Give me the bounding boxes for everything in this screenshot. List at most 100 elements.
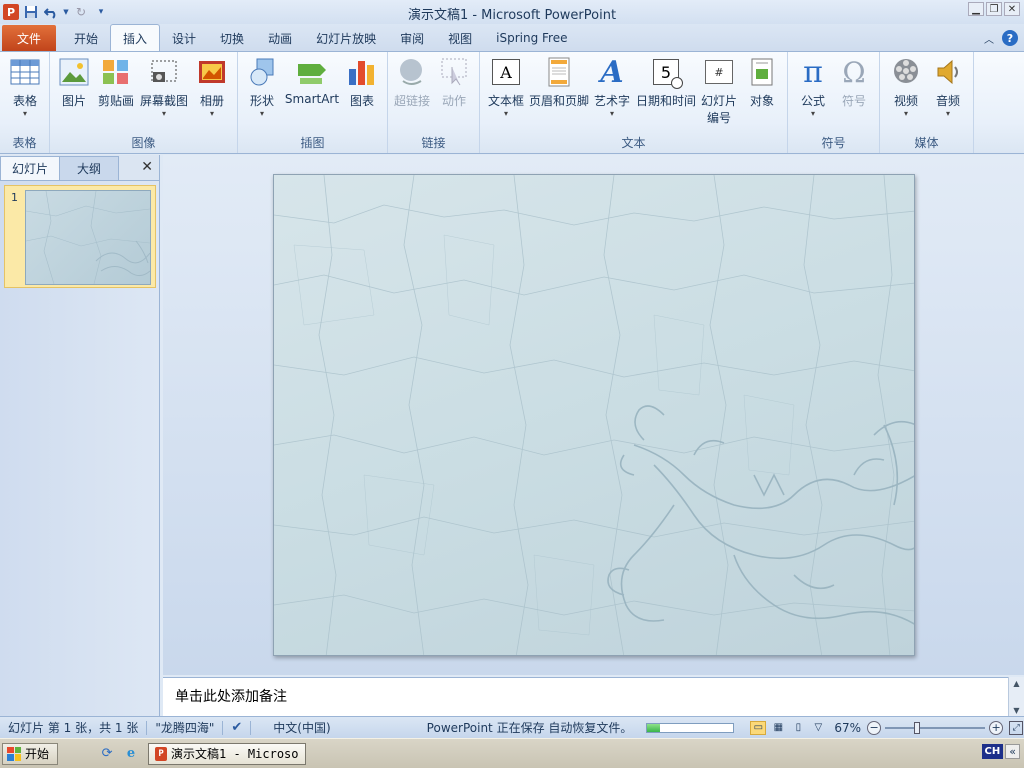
system-tray: CH « xyxy=(981,744,1020,759)
zoom-out-icon[interactable]: − xyxy=(867,720,882,735)
undo-icon[interactable] xyxy=(42,3,60,21)
audio-button[interactable]: 音频 ▾ xyxy=(930,56,966,119)
language-indicator[interactable]: 中文(中国) xyxy=(265,719,338,736)
symbol-button[interactable]: Ω 符号 xyxy=(836,56,872,109)
tab-slideshow[interactable]: 幻灯片放映 xyxy=(304,25,388,51)
object-button[interactable]: 对象 xyxy=(742,56,782,109)
theme-name[interactable]: "龙腾四海" xyxy=(147,719,222,736)
minimize-icon[interactable]: ▁ xyxy=(968,2,984,16)
action-button[interactable]: 动作 xyxy=(436,56,472,109)
tab-file[interactable]: 文件 xyxy=(2,25,56,51)
slide-editing-area xyxy=(163,155,1024,675)
ie-browser-icon[interactable]: e xyxy=(122,745,140,763)
object-icon xyxy=(746,56,778,88)
slideshow-view-icon[interactable]: ▽ xyxy=(810,721,826,735)
tab-view[interactable]: 视图 xyxy=(436,25,484,51)
chart-icon xyxy=(346,56,378,88)
normal-view-icon[interactable]: ▭ xyxy=(750,720,767,735)
scroll-up-icon[interactable]: ▲ xyxy=(1009,679,1024,688)
customize-qat-icon[interactable]: ▾ xyxy=(92,3,110,21)
tab-insert[interactable]: 插入 xyxy=(110,24,161,51)
shapes-button[interactable]: 形状 ▾ xyxy=(244,56,280,119)
pi-icon: π xyxy=(803,54,823,90)
group-media: 视频 ▾ 音频 ▾ 媒体 xyxy=(880,52,974,153)
slide-sorter-icon[interactable]: ▦ xyxy=(770,721,786,735)
dragon-illustration xyxy=(607,405,914,625)
slide-number-button[interactable]: # 幻灯片 编号 xyxy=(698,56,740,126)
textbox-button[interactable]: A 文本框 ▾ xyxy=(484,56,528,119)
table-icon xyxy=(9,56,41,88)
album-button[interactable]: 相册 ▾ xyxy=(194,56,230,119)
zoom-slider-thumb[interactable] xyxy=(913,721,920,734)
header-footer-button[interactable]: 页眉和页脚 xyxy=(528,56,590,109)
status-bar: 幻灯片 第 1 张，共 1 张 "龙腾四海" ✔ 中文(中国) PowerPoi… xyxy=(0,716,1024,738)
wordart-icon: A xyxy=(600,54,624,90)
restore-icon[interactable]: ❐ xyxy=(986,2,1002,16)
title-bar: P ▼ ↻ ▾ 演示文稿1 - Microsoft PowerPoint ▁ ❐… xyxy=(0,0,1024,24)
omega-icon: Ω xyxy=(842,55,866,89)
screenshot-button[interactable]: 屏幕截图 ▾ xyxy=(138,56,190,119)
tab-ispring[interactable]: iSpring Free xyxy=(484,25,579,51)
notes-scrollbar[interactable]: ▲ ▼ xyxy=(1008,677,1024,716)
table-button[interactable]: 表格 ▾ xyxy=(6,56,44,119)
tab-review[interactable]: 审阅 xyxy=(388,25,436,51)
crackle-background xyxy=(274,175,914,655)
tab-design[interactable]: 设计 xyxy=(160,25,208,51)
windows-flag-icon xyxy=(7,746,21,761)
close-icon[interactable]: ✕ xyxy=(1004,2,1020,16)
clipart-icon xyxy=(100,56,132,88)
close-pane-icon[interactable]: ✕ xyxy=(141,159,153,175)
video-button[interactable]: 视频 ▾ xyxy=(886,56,926,119)
hyperlink-button[interactable]: 超链接 xyxy=(392,56,432,109)
taskbar-item-powerpoint[interactable]: P 演示文稿1 - Microso... xyxy=(148,742,307,765)
equation-button[interactable]: π 公式 ▾ xyxy=(794,54,832,119)
chart-button[interactable]: 图表 xyxy=(344,56,380,109)
ribbon: 表格 ▾ 表格 图片 剪贴画 屏幕截图 ▾ 相册 ▾ 图像 形状 ▾ Smart… xyxy=(0,51,1024,154)
start-button[interactable]: 开始 xyxy=(2,742,59,765)
notes-pane[interactable]: 单击此处添加备注 xyxy=(163,677,1008,716)
ime-indicator[interactable]: CH xyxy=(981,744,1004,759)
undo-dropdown-icon[interactable]: ▼ xyxy=(62,3,70,21)
calendar-clock-icon: 5 xyxy=(650,56,683,89)
tab-home[interactable]: 开始 xyxy=(62,25,110,51)
zoom-in-icon[interactable]: + xyxy=(989,720,1004,735)
datetime-button[interactable]: 5 日期和时间 xyxy=(634,56,698,109)
slide-canvas[interactable] xyxy=(273,174,915,656)
wordart-button[interactable]: A 艺术字 ▾ xyxy=(592,54,632,119)
tab-slides[interactable]: 幻灯片 xyxy=(0,156,60,180)
tab-animations[interactable]: 动画 xyxy=(256,25,304,51)
powerpoint-icon: P xyxy=(155,746,168,761)
app-icon[interactable]: P xyxy=(2,3,20,21)
help-icon[interactable]: ? xyxy=(1002,30,1018,46)
tab-outline[interactable]: 大纲 xyxy=(59,156,119,180)
tab-transitions[interactable]: 切换 xyxy=(208,25,256,51)
slide-number-icon: # xyxy=(703,56,735,88)
smartart-button[interactable]: SmartArt xyxy=(284,56,340,106)
zoom-slider[interactable] xyxy=(885,721,986,734)
screenshot-icon xyxy=(148,56,180,88)
picture-icon xyxy=(58,56,90,88)
scroll-down-icon[interactable]: ▼ xyxy=(1009,706,1024,715)
photo-album-icon xyxy=(196,56,228,88)
group-links: 超链接 动作 链接 xyxy=(388,52,480,153)
clipart-button[interactable]: 剪贴画 xyxy=(96,56,136,109)
minimize-ribbon-icon[interactable]: ︿ xyxy=(984,31,994,46)
header-footer-icon xyxy=(543,56,575,88)
redo-icon[interactable]: ↻ xyxy=(72,3,90,21)
zoom-level[interactable]: 67% xyxy=(828,721,867,735)
tray-expand-icon[interactable]: « xyxy=(1005,744,1020,759)
reading-view-icon[interactable]: ▯ xyxy=(790,721,806,735)
spellcheck-icon[interactable]: ✔ xyxy=(223,720,250,735)
save-icon[interactable] xyxy=(22,3,40,21)
film-reel-icon xyxy=(890,56,922,88)
slide-thumbnail[interactable]: 1 xyxy=(4,185,156,288)
group-images: 图片 剪贴画 屏幕截图 ▾ 相册 ▾ 图像 xyxy=(50,52,238,153)
hyperlink-globe-icon xyxy=(396,56,428,88)
fit-to-window-icon[interactable]: ⤢ xyxy=(1009,720,1024,735)
picture-button[interactable]: 图片 xyxy=(56,56,92,109)
notes-placeholder[interactable]: 单击此处添加备注 xyxy=(175,686,287,706)
slide-number: 1 xyxy=(11,191,18,204)
desktop-icon[interactable]: ⟳ xyxy=(98,745,116,763)
action-icon xyxy=(438,56,470,88)
shapes-icon xyxy=(246,56,278,88)
